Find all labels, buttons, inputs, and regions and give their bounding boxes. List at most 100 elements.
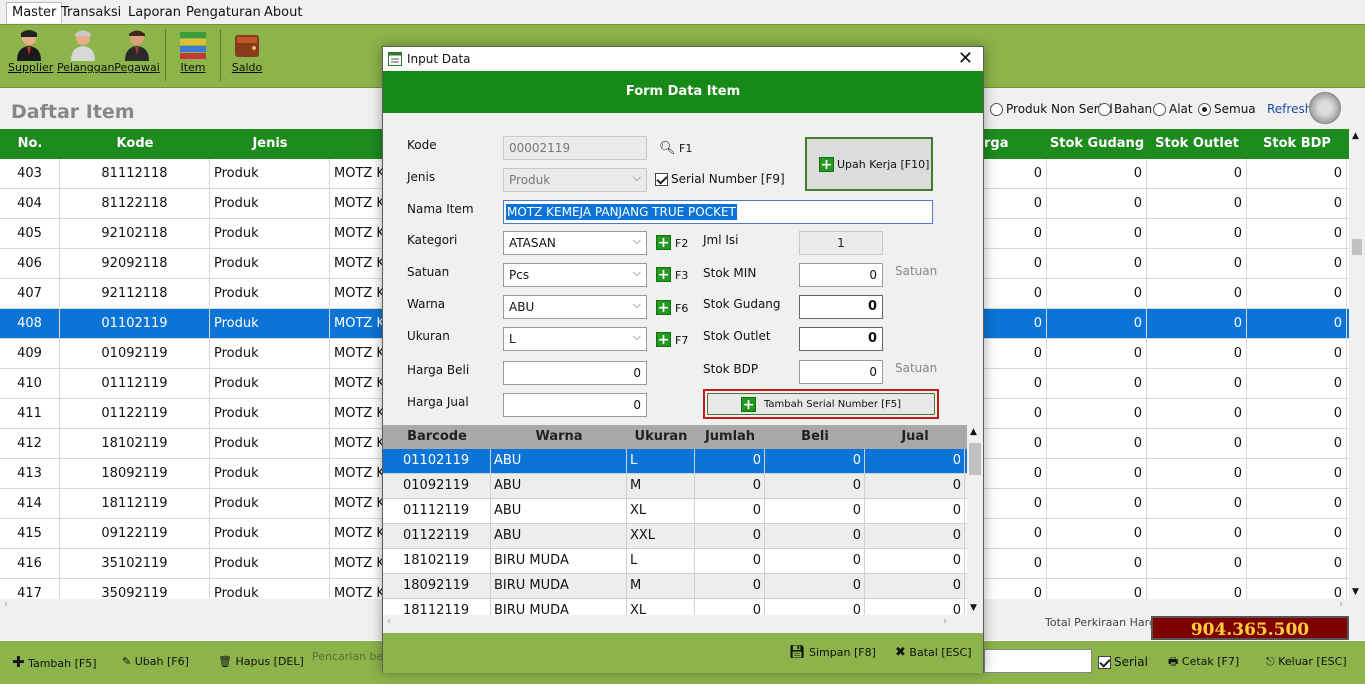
column-header[interactable]: Jenis: [210, 129, 330, 159]
satuan-select[interactable]: Pcs: [503, 263, 647, 287]
scroll-thumb[interactable]: [1352, 239, 1362, 255]
nama-item-field[interactable]: MOTZ KEMEJA PANJANG TRUE POCKET: [503, 200, 933, 224]
simpan-button[interactable]: 💾︎ Simpan [F8]: [789, 645, 876, 660]
scroll-thumb[interactable]: [969, 443, 981, 475]
column-header[interactable]: Stok Gudang: [1047, 129, 1147, 159]
stok-gudang-field[interactable]: 0: [799, 295, 883, 319]
dialog-titlebar: Input Data ✕: [383, 47, 983, 71]
plus-icon: +: [740, 396, 756, 413]
kode-field[interactable]: 00002119: [503, 136, 647, 160]
menu-about[interactable]: About: [258, 2, 308, 23]
harga-beli-field[interactable]: 0: [503, 361, 647, 385]
scroll-left-icon[interactable]: ‹: [4, 599, 8, 610]
cell-jumlah: 0: [695, 449, 765, 474]
cell-no: 403: [0, 159, 60, 189]
cell-stok-gudang: 0: [1047, 459, 1147, 489]
cell-jenis: Produk: [210, 369, 330, 399]
cell-kode: 35102119: [60, 549, 210, 579]
serial-number-checkbox[interactable]: Serial Number [F9]: [655, 172, 785, 186]
close-icon[interactable]: ✕: [958, 48, 973, 69]
column-header[interactable]: Beli: [765, 425, 865, 449]
cell-barcode: 01122119: [383, 524, 491, 549]
jml-isi-field[interactable]: 1: [799, 231, 883, 255]
search-input[interactable]: [984, 649, 1092, 673]
cell-jenis: Produk: [210, 519, 330, 549]
serial-row[interactable]: 01092119 ABU M 0 0 0: [383, 474, 967, 499]
refresh-label[interactable]: Refresh: [1267, 101, 1312, 117]
menu-transaksi[interactable]: Transaksi: [55, 2, 127, 23]
menu-pengaturan[interactable]: Pengaturan: [180, 2, 267, 23]
filter-produk-non-serial[interactable]: Produk Non Serial: [990, 101, 1113, 117]
scroll-down-icon[interactable]: ▼: [1352, 587, 1359, 597]
kategori-select[interactable]: ATASAN: [503, 231, 647, 255]
tambah-serial-number-button[interactable]: + Tambah Serial Number [F5]: [707, 393, 935, 415]
column-header[interactable]: Stok Outlet: [1147, 129, 1247, 159]
menu-master[interactable]: Master: [6, 2, 63, 23]
pelanggan-button[interactable]: Pelanggan: [57, 27, 114, 85]
column-header[interactable]: Kode: [60, 129, 210, 159]
stok-outlet-field[interactable]: 0: [799, 327, 883, 351]
scroll-down-icon[interactable]: ▼: [970, 603, 977, 613]
kode-label: Kode: [407, 138, 437, 152]
column-header[interactable]: Warna: [491, 425, 627, 449]
keluar-button[interactable]: ⎋ Keluar [ESC]: [1266, 653, 1347, 671]
serial-row[interactable]: 01122119 ABU XXL 0 0 0: [383, 524, 967, 549]
cetak-button[interactable]: 🖶 Cetak [F7]: [1168, 653, 1239, 671]
cell-ukuran: XL: [627, 599, 695, 615]
column-header[interactable]: Ukuran: [627, 425, 695, 449]
serial-row[interactable]: 18092119 BIRU MUDA M 0 0 0: [383, 574, 967, 599]
column-header[interactable]: Jumlah: [695, 425, 765, 449]
search-icon: 🔍︎: [659, 141, 676, 156]
supplier-button[interactable]: Supplier: [8, 27, 53, 85]
cell-barcode: 01112119: [383, 499, 491, 524]
add-ukuran-icon[interactable]: +: [656, 332, 671, 347]
vertical-scrollbar[interactable]: ▲ ▼: [1349, 129, 1365, 599]
scroll-up-icon[interactable]: ▲: [970, 427, 977, 437]
add-warna-icon[interactable]: +: [656, 300, 671, 315]
batal-button[interactable]: ✖ Batal [ESC]: [895, 645, 972, 660]
scroll-right-icon[interactable]: ›: [943, 616, 947, 627]
column-header[interactable]: No.: [0, 129, 60, 159]
pegawai-button[interactable]: Pegawai: [114, 27, 160, 85]
refresh-icon[interactable]: [1309, 92, 1341, 124]
filter-alat[interactable]: Alat: [1153, 101, 1193, 117]
add-satuan-icon[interactable]: +: [656, 267, 671, 282]
scroll-up-icon[interactable]: ▲: [1352, 131, 1359, 141]
cell-stok-outlet: 0: [1147, 429, 1247, 459]
scroll-left-icon[interactable]: ‹: [387, 616, 391, 627]
ukuran-select[interactable]: L: [503, 327, 647, 351]
tambah-button[interactable]: ✚ Tambah [F5]: [12, 653, 97, 671]
column-header[interactable]: Barcode: [383, 425, 491, 449]
stok-bdp-field[interactable]: 0: [799, 360, 883, 384]
cell-stok-gudang: 0: [1047, 189, 1147, 219]
column-header[interactable]: Stok BDP: [1247, 129, 1347, 159]
stok-min-field[interactable]: 0: [799, 263, 883, 287]
cell-kode: 92112118: [60, 279, 210, 309]
serial-row[interactable]: 18102119 BIRU MUDA L 0 0 0: [383, 549, 967, 574]
jenis-select[interactable]: Produk: [503, 168, 647, 192]
hapus-button[interactable]: 🗑 Hapus [DEL]: [218, 653, 304, 671]
add-kategori-icon[interactable]: +: [656, 235, 671, 250]
serial-row[interactable]: 01112119 ABU XL 0 0 0: [383, 499, 967, 524]
menu-laporan[interactable]: Laporan: [122, 2, 187, 23]
scroll-right-icon[interactable]: ›: [1339, 599, 1343, 610]
column-header[interactable]: Jual: [865, 425, 965, 449]
cell-stok-outlet: 0: [1147, 189, 1247, 219]
serial-row[interactable]: 01102119 ABU L 0 0 0: [383, 449, 967, 474]
serial-horizontal-scrollbar[interactable]: ‹ ›: [383, 615, 967, 631]
cell-stok-bdp: 0: [1247, 309, 1347, 339]
serial-row[interactable]: 18112119 BIRU MUDA XL 0 0 0: [383, 599, 967, 615]
filter-bahan[interactable]: Bahan: [1098, 101, 1152, 117]
saldo-button[interactable]: Saldo: [228, 27, 266, 85]
harga-jual-field[interactable]: 0: [503, 393, 647, 417]
kode-search-button[interactable]: 🔍︎ F1: [659, 141, 692, 156]
upah-kerja-button[interactable]: + Upah Kerja [F10]: [805, 137, 933, 191]
serial-vertical-scrollbar[interactable]: ▲ ▼: [967, 425, 983, 615]
item-list-icon: [180, 32, 206, 59]
item-button[interactable]: Item: [175, 27, 211, 85]
warna-select[interactable]: ABU: [503, 295, 647, 319]
ubah-button[interactable]: ✎ Ubah [F6]: [122, 653, 189, 671]
filter-semua[interactable]: Semua: [1198, 101, 1256, 117]
cell-stok-gudang: 0: [1047, 339, 1147, 369]
serial-checkbox[interactable]: Serial: [1098, 653, 1148, 671]
